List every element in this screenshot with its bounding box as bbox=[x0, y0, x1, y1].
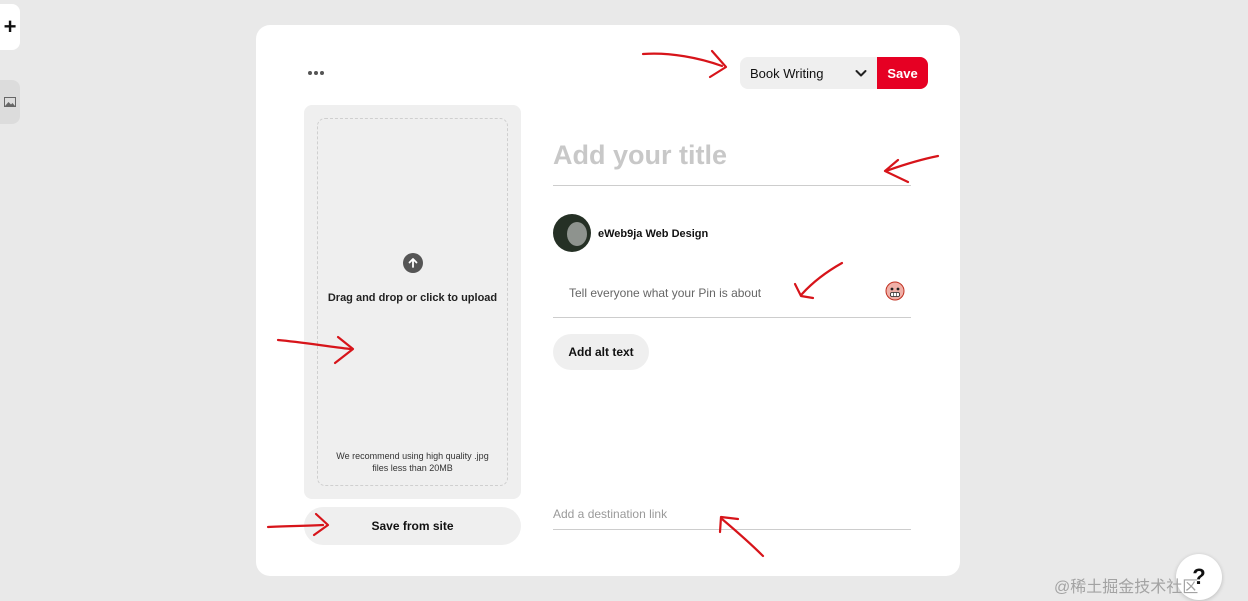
upload-hint: We recommend using high quality .jpg fil… bbox=[336, 451, 489, 473]
add-alt-text-button[interactable]: Add alt text bbox=[553, 334, 649, 370]
destination-link-input[interactable]: Add a destination link bbox=[553, 499, 911, 530]
upload-arrow-icon bbox=[403, 253, 423, 273]
image-upload-dropzone[interactable]: Drag and drop or click to upload We reco… bbox=[304, 105, 521, 499]
add-pin-button[interactable]: + bbox=[0, 4, 20, 50]
description-placeholder: Tell everyone what your Pin is about bbox=[569, 286, 762, 300]
board-select[interactable]: Book Writing bbox=[740, 57, 878, 89]
avatar-logo bbox=[567, 222, 587, 246]
save-button[interactable]: Save bbox=[877, 57, 928, 89]
emoji-icon[interactable] bbox=[885, 281, 905, 301]
plus-icon: + bbox=[3, 14, 17, 39]
avatar bbox=[553, 214, 591, 252]
dot-icon bbox=[314, 71, 318, 75]
title-input[interactable]: Add your title bbox=[553, 125, 911, 186]
image-panel-button[interactable] bbox=[0, 80, 20, 124]
upload-prompt: Drag and drop or click to upload bbox=[327, 292, 498, 304]
description-input[interactable]: Tell everyone what your Pin is about bbox=[553, 269, 911, 318]
dot-icon bbox=[320, 71, 324, 75]
board-select-value: Book Writing bbox=[750, 65, 824, 81]
dot-icon bbox=[308, 71, 312, 75]
image-icon bbox=[4, 97, 16, 107]
save-from-site-button[interactable]: Save from site bbox=[304, 507, 521, 545]
more-options-button[interactable] bbox=[306, 63, 326, 83]
author-name: eWeb9ja Web Design bbox=[598, 228, 709, 240]
chevron-down-icon bbox=[855, 70, 867, 77]
watermark: @稀土掘金技术社区 bbox=[1054, 579, 1199, 596]
pin-builder-card: Book Writing Save Drag and drop or click… bbox=[256, 25, 960, 576]
